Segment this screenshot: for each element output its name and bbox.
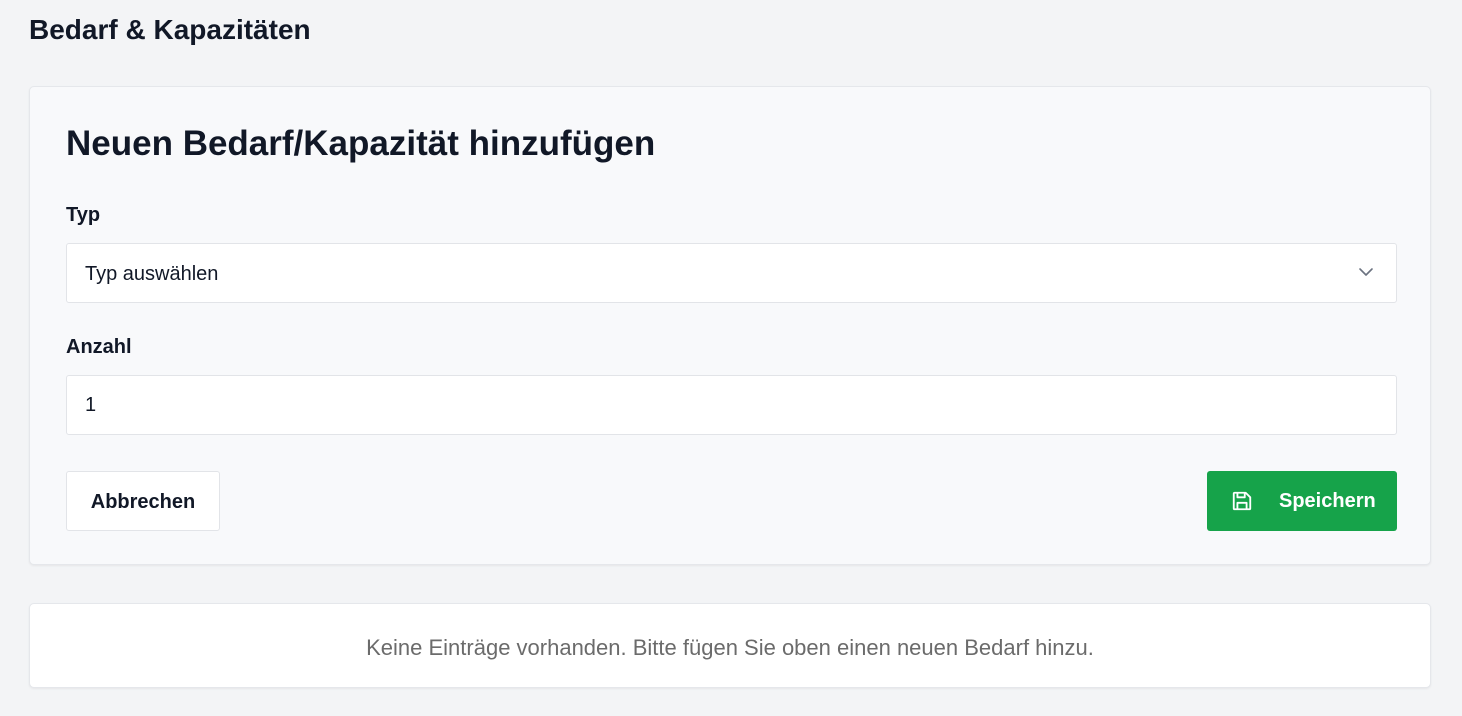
empty-state-message: Keine Einträge vorhanden. Bitte fügen Si… <box>366 635 1094 660</box>
form-heading: Neuen Bedarf/Kapazität hinzufügen <box>66 124 656 163</box>
save-button[interactable]: Speichern <box>1207 471 1397 531</box>
type-field-label: Typ <box>66 204 101 226</box>
type-select-value: Typ auswählen <box>85 263 219 285</box>
type-select[interactable]: Typ auswählen <box>66 243 1397 303</box>
chevron-down-icon <box>1359 268 1373 276</box>
count-field-label: Anzahl <box>66 336 132 358</box>
entries-list-empty: Keine Einträge vorhanden. Bitte fügen Si… <box>29 603 1431 688</box>
cancel-button[interactable]: Abbrechen <box>66 471 220 531</box>
add-entry-form-card: Neuen Bedarf/Kapazität hinzufügen Typ Ty… <box>29 86 1431 565</box>
page-title: Bedarf & Kapazitäten <box>29 14 311 45</box>
save-button-label: Speichern <box>1279 490 1376 512</box>
save-icon <box>1232 491 1252 511</box>
count-input[interactable] <box>66 375 1397 435</box>
